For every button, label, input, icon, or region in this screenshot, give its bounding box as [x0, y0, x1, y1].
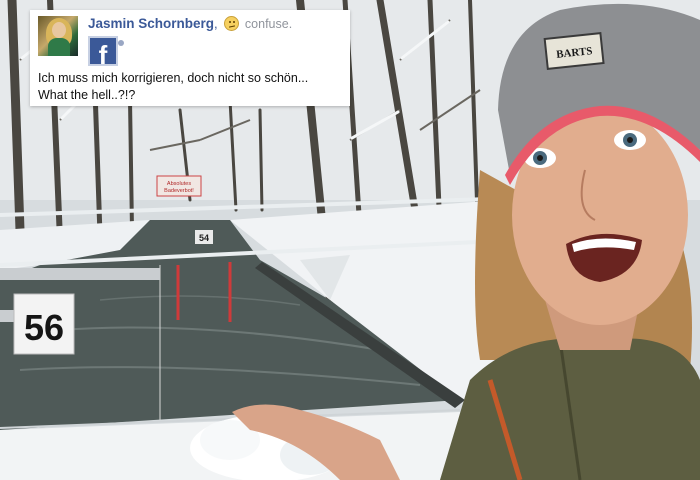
avatar[interactable] [38, 16, 78, 56]
post-text-line: What the hell..?!? [38, 88, 136, 102]
warning-sign-line: Badeverbot! [164, 188, 194, 194]
warning-sign-line: Absolutes [167, 181, 191, 187]
facebook-icon: f [88, 36, 118, 70]
gauge-sign-small: 54 [195, 230, 213, 244]
confused-face-icon [224, 16, 240, 31]
facebook-post-overlay: Jasmin Schornberg, confuse. f Ich muss m… [30, 10, 350, 106]
user-name-link[interactable]: Jasmin Schornberg [88, 16, 214, 31]
name-separator: , [214, 16, 218, 31]
post-text: Ich muss mich korrigieren, doch nicht so… [38, 70, 308, 104]
warning-sign: Absolutes Badeverbot! [156, 175, 202, 197]
gauge-number-small: 54 [199, 233, 209, 243]
post-header: Jasmin Schornberg, confuse. [88, 16, 292, 31]
photo-scene: Absolutes Badeverbot! 54 56 BARTS Jasmin… [0, 0, 700, 480]
status-dot [118, 40, 124, 46]
gauge-sign-large: 56 [13, 293, 75, 355]
hat-label: BARTS [543, 32, 605, 70]
gauge-number-large: 56 [24, 307, 64, 348]
feeling-text: confuse. [244, 17, 293, 31]
post-text-line: Ich muss mich korrigieren, doch nicht so… [38, 71, 309, 85]
